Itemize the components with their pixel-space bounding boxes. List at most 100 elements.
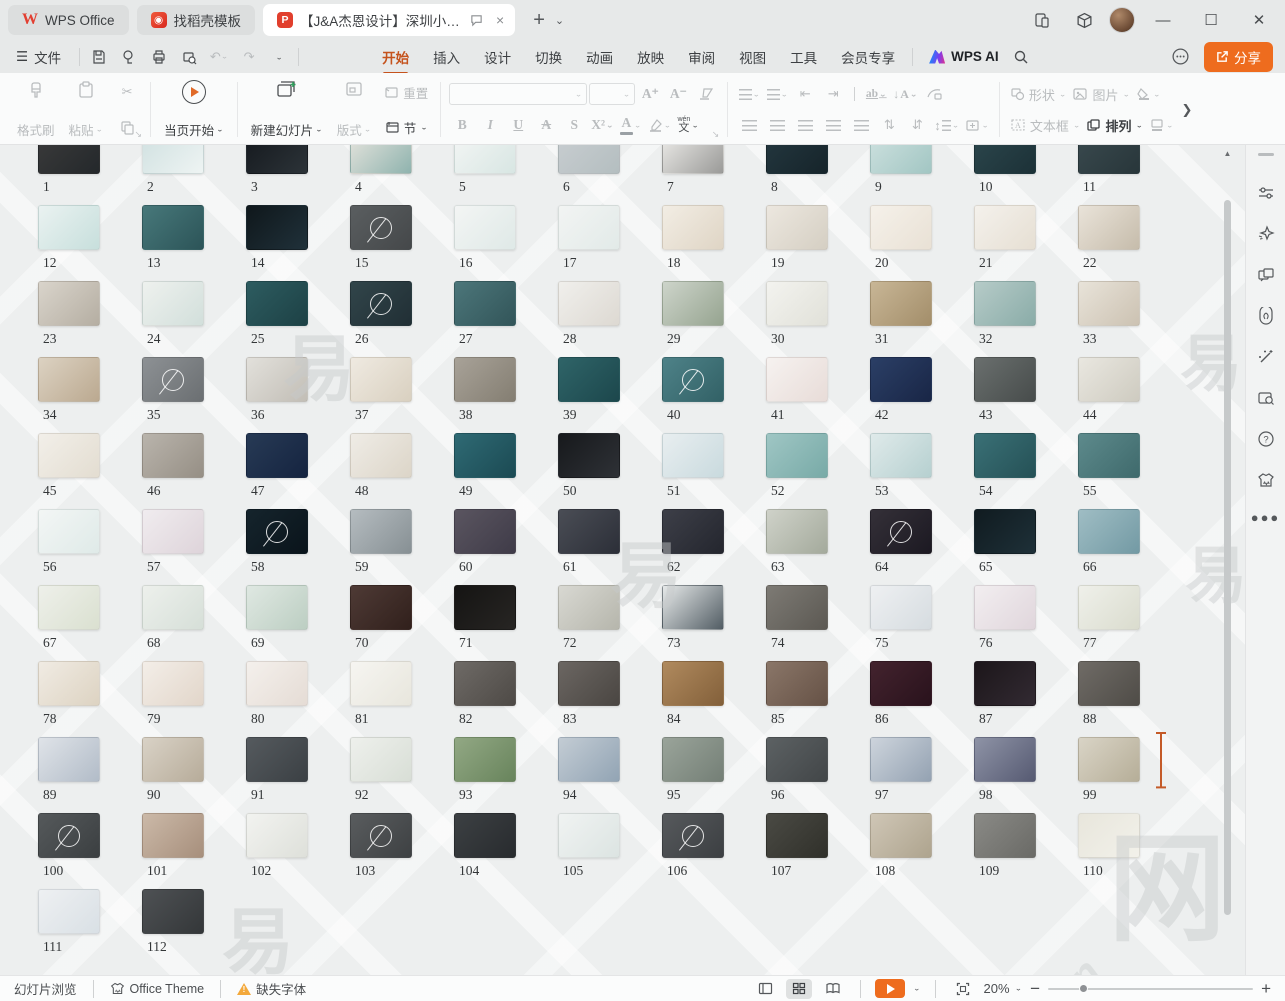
slide-thumbnail[interactable] [974, 737, 1036, 782]
slide-thumbnail[interactable] [662, 737, 724, 782]
slide-thumbnail[interactable] [870, 661, 932, 706]
slide-thumbnail[interactable] [766, 813, 828, 858]
slide-thumbnail[interactable] [766, 509, 828, 554]
zoom-slider-thumb[interactable] [1079, 984, 1088, 993]
slide-thumbnail[interactable] [142, 813, 204, 858]
slide-thumbnail[interactable] [246, 205, 308, 250]
cooperation-icon[interactable] [1171, 47, 1190, 66]
slide-thumbnail[interactable] [558, 145, 620, 174]
slide-thumbnail[interactable] [974, 585, 1036, 630]
slide-thumbnail[interactable] [558, 585, 620, 630]
underline-button[interactable]: U [505, 113, 531, 137]
slide-thumbnail[interactable] [662, 281, 724, 326]
undo-icon[interactable]: ↶⌄ [206, 45, 232, 69]
slideshow-play-button[interactable] [875, 979, 905, 998]
slide-thumbnail[interactable] [1078, 433, 1140, 478]
font-name-select[interactable]: ⌄ [449, 83, 587, 105]
slide-thumbnail[interactable] [350, 509, 412, 554]
slide-thumbnail[interactable] [662, 357, 724, 402]
maximize-button[interactable]: ☐ [1191, 3, 1231, 37]
slide-thumbnail[interactable] [454, 813, 516, 858]
slide-thumbnail[interactable] [766, 145, 828, 174]
slide-thumbnail[interactable] [1078, 145, 1140, 174]
zoom-out-button[interactable]: − [1030, 980, 1040, 997]
slide-thumbnail[interactable] [974, 433, 1036, 478]
text-highlight-ab-button[interactable]: ab⌄ [863, 82, 889, 106]
slide-thumbnail[interactable] [246, 433, 308, 478]
search-icon[interactable] [1013, 49, 1029, 65]
start-from-page-button[interactable]: 当页开始⌄ [157, 78, 231, 141]
share-button[interactable]: 分享 [1204, 42, 1273, 72]
slide-thumbnail[interactable] [454, 737, 516, 782]
slide-thumbnail[interactable] [246, 145, 308, 174]
slide-thumbnail[interactable] [870, 509, 932, 554]
slide-thumbnail[interactable] [766, 433, 828, 478]
qat-dropdown-icon[interactable]: ⌄ [266, 47, 292, 66]
bullets-button[interactable]: ⌄ [736, 82, 762, 106]
slide-thumbnail[interactable] [1078, 813, 1140, 858]
slide-thumbnail[interactable] [142, 357, 204, 402]
slide-thumbnail[interactable] [142, 889, 204, 934]
tab-design[interactable]: 设计 [473, 42, 522, 72]
slide-thumbnail[interactable] [454, 281, 516, 326]
layout-button[interactable]: 版式⌄ [330, 78, 379, 141]
slide-thumbnail[interactable] [454, 509, 516, 554]
slide-thumbnail[interactable] [974, 145, 1036, 174]
slide-thumbnail[interactable] [870, 433, 932, 478]
sidebar-collapse-handle[interactable] [1258, 153, 1274, 156]
vertical-scrollbar[interactable]: ▲ [1222, 145, 1233, 975]
slide-thumbnail[interactable] [1078, 205, 1140, 250]
slide-thumbnail[interactable] [454, 433, 516, 478]
fill-color-button[interactable]: ⌄ [1134, 82, 1163, 106]
align-center-icon[interactable] [764, 113, 790, 137]
slide-thumbnail[interactable] [38, 889, 100, 934]
slide-thumbnail[interactable] [974, 281, 1036, 326]
mobile-sync-icon[interactable] [1025, 5, 1059, 35]
slide-thumbnail[interactable] [558, 661, 620, 706]
slide-thumbnail[interactable] [766, 585, 828, 630]
slide-thumbnail[interactable] [870, 281, 932, 326]
decrease-indent-icon[interactable]: ⇤ [792, 82, 818, 106]
tab-wps-office[interactable]: W WPS Office [8, 5, 129, 35]
line-spacing-button[interactable]: ↕⌄ [932, 113, 961, 137]
reading-view-button[interactable] [820, 979, 846, 999]
slide-thumbnail[interactable] [558, 357, 620, 402]
slide-thumbnail[interactable] [662, 585, 724, 630]
slide-thumbnail[interactable] [246, 509, 308, 554]
slide-thumbnail[interactable] [1078, 661, 1140, 706]
effects-star-icon[interactable] [1251, 219, 1281, 249]
slide-thumbnail[interactable] [558, 737, 620, 782]
convert-smartart-icon[interactable] [922, 82, 948, 106]
slide-thumbnail[interactable] [766, 281, 828, 326]
textbox-button[interactable]: A 文本框⌄ [1008, 113, 1083, 137]
decrease-font-icon[interactable]: A⁻ [665, 82, 691, 106]
tab-tools[interactable]: 工具 [779, 42, 828, 72]
slide-thumbnail[interactable] [142, 145, 204, 174]
cut-icon[interactable]: ✂ [114, 80, 140, 104]
user-avatar[interactable] [1109, 7, 1135, 33]
slide-thumbnail[interactable] [454, 145, 516, 174]
play-options-dropdown-icon[interactable]: ⌄ [913, 985, 921, 992]
slide-thumbnail[interactable] [350, 813, 412, 858]
tab-review[interactable]: 审阅 [677, 42, 726, 72]
zoom-in-button[interactable]: + [1261, 980, 1271, 997]
tab-slideshow[interactable]: 放映 [626, 42, 675, 72]
slide-thumbnail[interactable] [350, 145, 412, 174]
increase-font-icon[interactable]: A⁺ [637, 82, 663, 106]
slide-thumbnail[interactable] [766, 661, 828, 706]
slide-thumbnail[interactable] [38, 813, 100, 858]
slide-thumbnail[interactable] [1078, 585, 1140, 630]
slide-thumbnail[interactable] [142, 661, 204, 706]
slide-thumbnail[interactable] [38, 357, 100, 402]
slide-thumbnail[interactable] [38, 737, 100, 782]
switch-window-icon[interactable] [1251, 260, 1281, 290]
reset-button[interactable]: 重置 [382, 80, 430, 104]
fit-window-button[interactable] [950, 979, 976, 999]
tab-home[interactable]: 开始 [371, 42, 420, 72]
slide-thumbnail[interactable] [246, 661, 308, 706]
slide-thumbnail[interactable] [558, 509, 620, 554]
slide-thumbnail[interactable] [870, 145, 932, 174]
highlight-color-button[interactable]: ⌄ [646, 113, 674, 137]
slide-thumbnail[interactable] [870, 737, 932, 782]
minimize-button[interactable]: — [1143, 3, 1183, 37]
